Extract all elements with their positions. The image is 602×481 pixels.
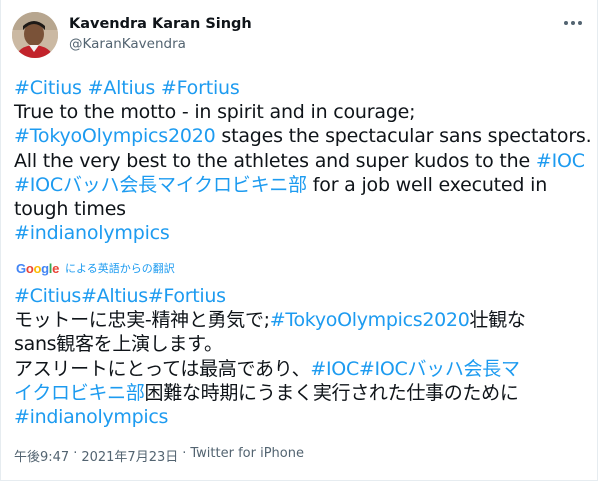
hashtag-link[interactable]: #Fortius (161, 77, 240, 99)
author-name[interactable]: Kavendra Karan Singh (69, 16, 252, 32)
text-segment: stages the spectacular sans spectators. (215, 125, 592, 148)
separator: · (73, 446, 78, 461)
tweet-source[interactable]: Twitter for iPhone (190, 446, 304, 465)
tweet-line: True to the motto - in spirit and in cou… (14, 100, 594, 124)
tweet-text: #Citius #Altius #Fortius True to the mott… (14, 76, 594, 245)
hashtag-link[interactable]: #IOC#IOCバッハ会長マ (310, 358, 520, 380)
text-segment: 壮観な (469, 309, 526, 332)
tweet-time[interactable]: 午後9:47 (14, 446, 69, 465)
tweet-line: #IOCバッハ会長マイクロビキニ部 for a job well execute… (14, 173, 594, 197)
hashtag-link[interactable]: #TokyoOlympics2020 (14, 125, 216, 147)
hashtag-link[interactable]: #Altius (88, 77, 156, 99)
translation-line: #Citius#Altius#Fortius (14, 284, 594, 308)
translation-line: モットーに忠実-精神と勇気で;#TokyoOlympics2020壮観な (14, 308, 594, 332)
dot (578, 21, 582, 25)
translation-line: #indianolympics (14, 405, 594, 429)
hashtag-link[interactable]: #IOCバッハ会長マイクロビキニ部 (14, 174, 307, 196)
text-segment: 困難な時期にうまく実行された仕事のために (144, 381, 519, 404)
translation-line: sans観客を上演します。 (14, 332, 594, 356)
tweet-line: #Citius #Altius #Fortius (14, 76, 594, 100)
tweet-line: tough times (14, 197, 594, 221)
tweet-date[interactable]: 2021年7月23日 (81, 446, 178, 465)
hashtag-link[interactable]: イクロビキニ部 (14, 382, 145, 404)
hashtag-link[interactable]: #indianolympics (14, 406, 168, 428)
text-segment: モットーに忠実-精神と勇気で; (14, 309, 270, 332)
text-segment: tough times (14, 198, 126, 221)
hashtag-link[interactable]: #indianolympics (14, 222, 170, 244)
tweet-line: #indianolympics (14, 221, 594, 245)
author-handle[interactable]: @KaranKavendra (69, 36, 186, 52)
hashtag-link[interactable]: #Citius (14, 77, 82, 99)
separator: · (182, 446, 187, 461)
tweet-line: #TokyoOlympics2020 stages the spectacula… (14, 124, 594, 148)
dot (571, 21, 575, 25)
avatar[interactable] (12, 12, 58, 58)
tweet-card: Kavendra Karan Singh @KaranKavendra #Cit… (0, 0, 598, 481)
hashtag-link[interactable]: #Citius#Altius#Fortius (14, 285, 226, 307)
text-segment: アスリートにとっては最高であり、 (14, 357, 311, 380)
hashtag-link[interactable]: #TokyoOlympics2020 (270, 309, 470, 331)
translation-line: イクロビキニ部困難な時期にうまく実行された仕事のために (14, 381, 594, 405)
tweet-header: Kavendra Karan Singh @KaranKavendra (12, 12, 592, 58)
translation-line: アスリートにとっては最高であり、#IOC#IOCバッハ会長マ (14, 357, 594, 381)
avatar-photo-icon (12, 12, 58, 58)
tweet-meta: 午後9:47 · 2021年7月23日 · Twitter for iPhone (14, 446, 304, 465)
text-segment: True to the motto - in spirit and in cou… (14, 101, 416, 124)
google-logo-icon: Google (16, 260, 60, 276)
text-segment: for a job well executed in (306, 173, 548, 196)
translation-label: による英語からの翻訳 (65, 262, 175, 275)
text-segment: All the very best to the athletes and su… (14, 149, 536, 172)
hashtag-link[interactable]: #IOC (536, 150, 585, 172)
dot (564, 21, 568, 25)
text-segment: sans観客を上演します。 (14, 333, 223, 356)
translation-attribution[interactable]: Google による英語からの翻訳 (16, 260, 175, 276)
translated-text: #Citius#Altius#Fortius モットーに忠実-精神と勇気で;#To… (14, 284, 594, 429)
tweet-line: All the very best to the athletes and su… (14, 149, 594, 173)
more-horizontal-icon[interactable] (560, 16, 586, 30)
